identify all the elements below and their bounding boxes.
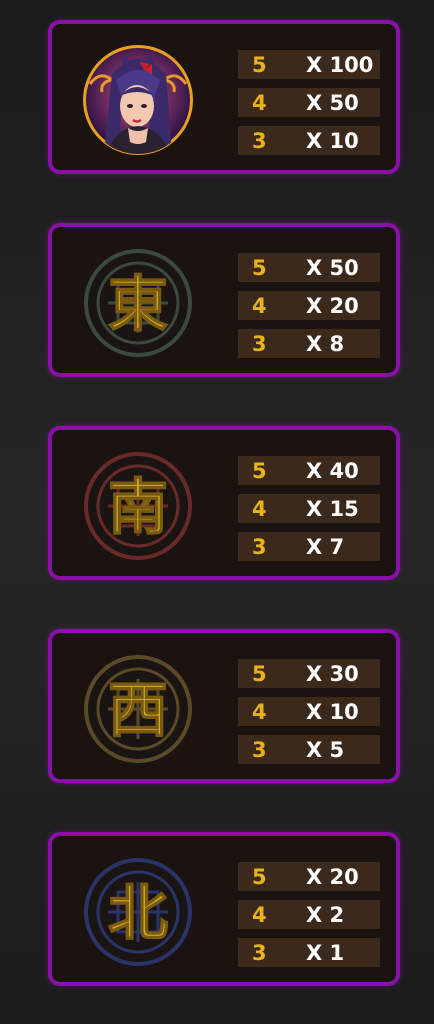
payout-row: 4 X 50: [238, 88, 380, 117]
multiplier: X 1: [306, 941, 345, 965]
tile-glyph: 北: [108, 879, 168, 949]
geisha-portrait-icon: [82, 44, 194, 156]
payout-rows: 5 X 40 4 X 15 3 X 7: [238, 456, 380, 570]
symbol-count: 4: [252, 497, 267, 521]
multiplier: X 8: [306, 332, 345, 356]
tile-glyph: 東: [108, 270, 168, 340]
multiplier: X 100: [306, 53, 374, 77]
multiplier: X 20: [306, 865, 359, 889]
multiplier: X 50: [306, 91, 359, 115]
multiplier: X 5: [306, 738, 345, 762]
north-character-tile-icon: 北: [82, 856, 194, 968]
symbol-count: 4: [252, 700, 267, 724]
payout-row: 5 X 50: [238, 253, 380, 282]
payout-row: 3 X 5: [238, 735, 380, 764]
payout-row: 5 X 30: [238, 659, 380, 688]
payout-row: 5 X 100: [238, 50, 380, 79]
payout-row: 3 X 7: [238, 532, 380, 561]
symbol-count: 4: [252, 294, 267, 318]
payout-rows: 5 X 20 4 X 2 3 X 1: [238, 862, 380, 976]
multiplier: X 15: [306, 497, 359, 521]
payout-rows: 5 X 30 4 X 10 3 X 5: [238, 659, 380, 773]
paytable-panel-north: 北 5 X 20 4 X 2 3 X 1: [48, 832, 400, 986]
tile-glyph: 南: [108, 473, 168, 543]
multiplier: X 10: [306, 700, 359, 724]
symbol-count: 4: [252, 91, 267, 115]
symbol-count: 3: [252, 535, 267, 559]
tile-glyph: 西: [108, 676, 168, 746]
symbol-count: 3: [252, 332, 267, 356]
multiplier: X 7: [306, 535, 345, 559]
payout-row: 5 X 20: [238, 862, 380, 891]
paytable-panel-south: 南 5 X 40 4 X 15 3 X 7: [48, 426, 400, 580]
symbol-count: 5: [252, 459, 267, 483]
payout-row: 3 X 1: [238, 938, 380, 967]
payout-row: 3 X 8: [238, 329, 380, 358]
symbol-count: 3: [252, 129, 267, 153]
payout-row: 4 X 20: [238, 291, 380, 320]
paytable-panel-west: 西 5 X 30 4 X 10 3 X 5: [48, 629, 400, 783]
symbol-count: 5: [252, 256, 267, 280]
payout-row: 3 X 10: [238, 126, 380, 155]
symbol-count: 5: [252, 662, 267, 686]
multiplier: X 30: [306, 662, 359, 686]
payout-row: 4 X 10: [238, 697, 380, 726]
paytable-panel-east: 東 5 X 50 4 X 20 3 X 8: [48, 223, 400, 377]
south-character-tile-icon: 南: [82, 450, 194, 562]
symbol-count: 5: [252, 865, 267, 889]
multiplier: X 10: [306, 129, 359, 153]
paytable-panel-geisha: 5 X 100 4 X 50 3 X 10: [48, 20, 400, 174]
multiplier: X 20: [306, 294, 359, 318]
multiplier: X 40: [306, 459, 359, 483]
symbol-count: 5: [252, 53, 267, 77]
east-character-tile-icon: 東: [82, 247, 194, 359]
symbol-count: 4: [252, 903, 267, 927]
multiplier: X 50: [306, 256, 359, 280]
symbol-count: 3: [252, 941, 267, 965]
multiplier: X 2: [306, 903, 345, 927]
payout-row: 4 X 15: [238, 494, 380, 523]
payout-rows: 5 X 100 4 X 50 3 X 10: [238, 50, 380, 164]
payout-rows: 5 X 50 4 X 20 3 X 8: [238, 253, 380, 367]
payout-row: 4 X 2: [238, 900, 380, 929]
west-character-tile-icon: 西: [82, 653, 194, 765]
payout-row: 5 X 40: [238, 456, 380, 485]
symbol-count: 3: [252, 738, 267, 762]
